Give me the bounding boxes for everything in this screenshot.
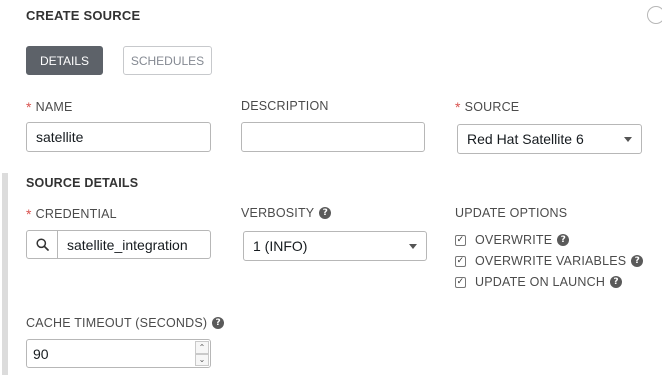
question-circle-icon[interactable]: ? bbox=[610, 276, 623, 288]
required-marker: * bbox=[26, 99, 32, 115]
required-marker: * bbox=[26, 206, 32, 222]
credential-input[interactable]: satellite_integration bbox=[58, 231, 210, 258]
required-marker: * bbox=[455, 99, 461, 115]
update-options-label-text: UPDATE OPTIONS bbox=[455, 206, 568, 220]
search-button[interactable] bbox=[27, 231, 58, 258]
verbosity-select[interactable]: 1 (INFO) bbox=[243, 231, 427, 261]
source-label-text: SOURCE bbox=[464, 100, 520, 114]
verbosity-label: VERBOSITY ? bbox=[241, 206, 332, 220]
update-on-launch-label: UPDATE ON LAUNCH bbox=[475, 275, 606, 289]
close-icon[interactable] bbox=[647, 6, 662, 24]
cache-timeout-label-text: CACHE TIMEOUT (SECONDS) bbox=[26, 316, 208, 330]
question-circle-icon[interactable]: ? bbox=[557, 234, 570, 246]
verbosity-select-value: 1 (INFO) bbox=[253, 238, 308, 254]
number-spinner: ⌃ ⌄ bbox=[195, 341, 209, 366]
overwrite-option[interactable]: ✓ OVERWRITE ? bbox=[455, 233, 570, 247]
question-circle-icon[interactable]: ? bbox=[319, 207, 332, 219]
caret-down-icon bbox=[409, 244, 417, 249]
name-label: * NAME bbox=[26, 99, 73, 115]
left-edge-bar bbox=[0, 0, 8, 375]
panel-title: CREATE SOURCE bbox=[26, 8, 141, 23]
name-input-value: satellite bbox=[36, 129, 84, 145]
spin-up-icon[interactable]: ⌃ bbox=[195, 341, 209, 354]
source-select[interactable]: Red Hat Satellite 6 bbox=[457, 124, 642, 154]
overwrite-checkbox[interactable]: ✓ bbox=[455, 234, 466, 246]
section-indicator-bar bbox=[2, 173, 8, 375]
cache-timeout-label: CACHE TIMEOUT (SECONDS) ? bbox=[26, 316, 225, 330]
source-select-value: Red Hat Satellite 6 bbox=[467, 131, 584, 147]
caret-down-icon bbox=[624, 137, 632, 142]
source-details-title: SOURCE DETAILS bbox=[26, 176, 139, 190]
search-icon bbox=[35, 238, 49, 251]
name-input[interactable]: satellite bbox=[26, 122, 211, 152]
name-label-text: NAME bbox=[35, 100, 73, 114]
description-label: DESCRIPTION bbox=[241, 99, 329, 113]
verbosity-label-text: VERBOSITY bbox=[241, 206, 315, 220]
update-options-label: UPDATE OPTIONS bbox=[455, 206, 567, 220]
overwrite-variables-checkbox[interactable]: ✓ bbox=[455, 255, 466, 267]
question-circle-icon[interactable]: ? bbox=[631, 255, 644, 267]
overwrite-variables-option[interactable]: ✓ OVERWRITE VARIABLES ? bbox=[455, 254, 644, 268]
spin-down-icon[interactable]: ⌄ bbox=[195, 353, 209, 366]
tab-schedules[interactable]: SCHEDULES bbox=[123, 46, 212, 75]
source-label: * SOURCE bbox=[455, 99, 519, 115]
update-on-launch-option[interactable]: ✓ UPDATE ON LAUNCH ? bbox=[455, 275, 623, 289]
cache-timeout-input[interactable]: 90 ⌃ ⌄ bbox=[26, 339, 211, 368]
overwrite-variables-label: OVERWRITE VARIABLES bbox=[475, 254, 627, 268]
question-circle-icon[interactable]: ? bbox=[212, 317, 225, 329]
description-input[interactable] bbox=[241, 122, 425, 152]
tab-details[interactable]: DETAILS bbox=[26, 46, 103, 75]
cache-timeout-value: 90 bbox=[33, 345, 49, 362]
overwrite-label: OVERWRITE bbox=[475, 233, 553, 247]
description-label-text: DESCRIPTION bbox=[241, 99, 329, 113]
credential-label-text: CREDENTIAL bbox=[35, 207, 117, 221]
update-on-launch-checkbox[interactable]: ✓ bbox=[455, 276, 466, 288]
credential-lookup[interactable]: satellite_integration bbox=[26, 230, 211, 259]
credential-label: * CREDENTIAL bbox=[26, 206, 117, 222]
